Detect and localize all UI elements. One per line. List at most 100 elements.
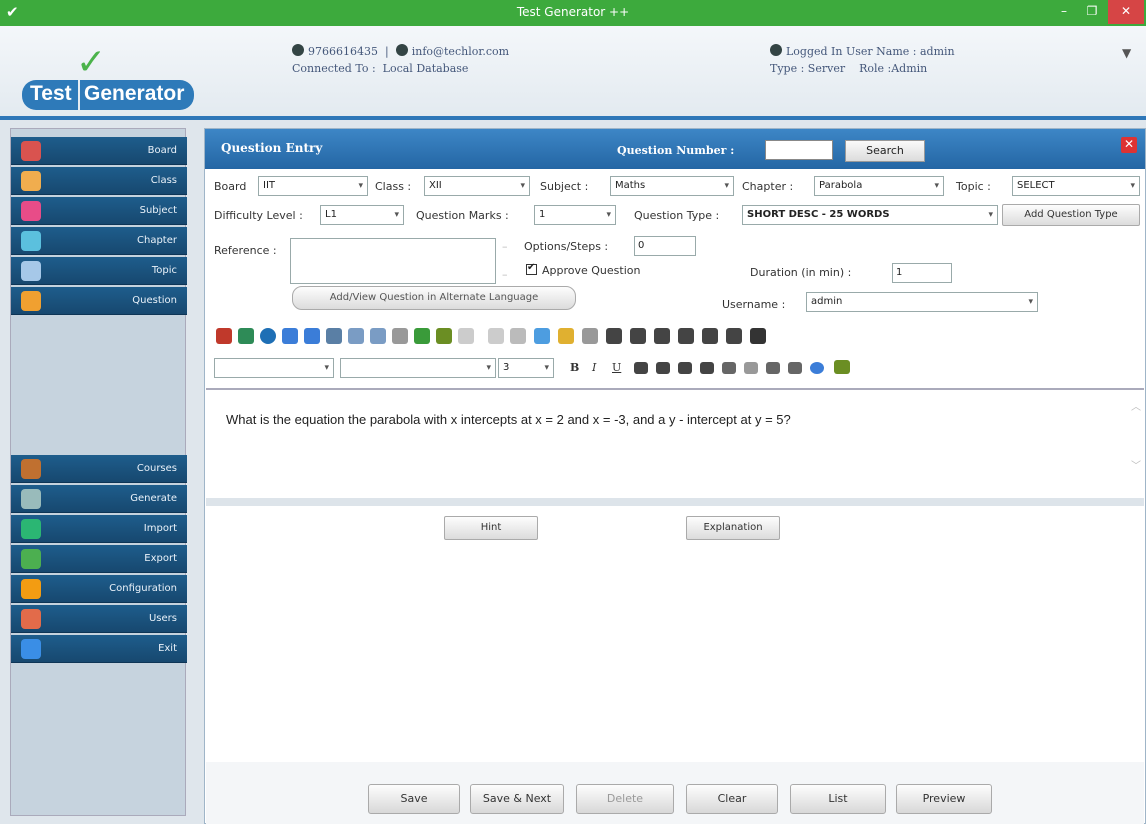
reference-textarea[interactable] bbox=[290, 238, 496, 284]
hint-button[interactable]: Hint bbox=[444, 516, 538, 540]
chevron-down-icon: ▾ bbox=[486, 363, 491, 373]
cut-icon[interactable] bbox=[326, 328, 342, 344]
bold-button[interactable]: B bbox=[570, 361, 579, 374]
chapter-select[interactable]: Parabola ▾ bbox=[814, 176, 944, 196]
font-family-select[interactable]: ▾ bbox=[340, 358, 496, 378]
sidebar-item-courses[interactable]: Courses bbox=[11, 455, 187, 483]
question-editor[interactable]: What is the equation the parabola with x… bbox=[206, 388, 1144, 496]
sidebar-item-export[interactable]: Export bbox=[11, 545, 187, 573]
subject-select[interactable]: Maths ▾ bbox=[610, 176, 734, 196]
sidebar-item-exit[interactable]: Exit bbox=[11, 635, 187, 663]
difficulty-select[interactable]: L1 ▾ bbox=[320, 205, 404, 225]
sidebar-item-question[interactable]: Question bbox=[11, 287, 187, 315]
options-input[interactable]: 0 bbox=[634, 236, 696, 256]
topic-select[interactable]: SELECT ▾ bbox=[1012, 176, 1140, 196]
sidebar-item-users[interactable]: Users bbox=[11, 605, 187, 633]
reference-scroll-up-icon[interactable]: – bbox=[502, 240, 508, 253]
add-question-type-button[interactable]: Add Question Type bbox=[1002, 204, 1140, 226]
align-left-icon[interactable] bbox=[634, 362, 648, 374]
search-button[interactable]: Search bbox=[845, 140, 925, 162]
alternate-language-button[interactable]: Add/View Question in Alternate Language bbox=[292, 286, 576, 310]
marks-select[interactable]: 1 ▾ bbox=[534, 205, 616, 225]
sidebar-item-board[interactable]: Board bbox=[11, 137, 187, 165]
question-number-input[interactable] bbox=[765, 140, 833, 160]
board-select[interactable]: IIT ▾ bbox=[258, 176, 368, 196]
copy-icon[interactable] bbox=[348, 328, 364, 344]
clear-button[interactable]: Clear bbox=[686, 784, 778, 814]
sidebar-item-chapter[interactable]: Chapter bbox=[11, 227, 187, 255]
approve-checkbox[interactable] bbox=[526, 262, 537, 275]
sidebar-item-topic[interactable]: Topic bbox=[11, 257, 187, 285]
marks-value: 1 bbox=[539, 209, 546, 220]
chevron-down-icon: ▾ bbox=[724, 181, 729, 191]
maximize-button[interactable]: ❐ bbox=[1078, 0, 1106, 24]
topic-label: Topic : bbox=[956, 180, 991, 193]
delete-column-icon[interactable] bbox=[678, 328, 694, 344]
duration-label: Duration (in min) : bbox=[750, 266, 852, 279]
insert-image-icon[interactable] bbox=[216, 328, 232, 344]
delete-button[interactable]: Delete bbox=[576, 784, 674, 814]
sidebar-item-generate[interactable]: Generate bbox=[11, 485, 187, 513]
question-number-label: Question Number : bbox=[617, 144, 735, 157]
ordered-list-icon[interactable] bbox=[722, 362, 736, 374]
delete-row-icon[interactable] bbox=[654, 328, 670, 344]
minimize-button[interactable]: – bbox=[1050, 0, 1078, 24]
text-color-icon[interactable] bbox=[810, 362, 824, 374]
export-icon bbox=[21, 549, 41, 569]
align-right-icon[interactable] bbox=[678, 362, 692, 374]
sidebar-item-import[interactable]: Import bbox=[11, 515, 187, 543]
insert-table-icon[interactable] bbox=[238, 328, 254, 344]
align-center-icon[interactable] bbox=[656, 362, 670, 374]
special-char-icon[interactable] bbox=[436, 328, 452, 344]
find-icon[interactable] bbox=[392, 328, 408, 344]
sidebar-item-subject[interactable]: Subject bbox=[11, 197, 187, 225]
insert-row-icon[interactable] bbox=[606, 328, 622, 344]
underline-button[interactable]: U bbox=[612, 361, 621, 374]
class-select[interactable]: XII ▾ bbox=[424, 176, 530, 196]
paste-icon[interactable] bbox=[370, 328, 386, 344]
table-properties-icon[interactable] bbox=[750, 328, 766, 344]
header-dropdown-icon[interactable]: ▼ bbox=[1122, 46, 1131, 60]
close-button[interactable]: ✕ bbox=[1108, 0, 1144, 24]
horizontal-rule-icon[interactable] bbox=[510, 328, 526, 344]
split-cells-icon[interactable] bbox=[726, 328, 742, 344]
subscript-icon[interactable] bbox=[458, 328, 474, 344]
undo-icon[interactable] bbox=[282, 328, 298, 344]
save-next-button[interactable]: Save & Next bbox=[470, 784, 564, 814]
question-type-select[interactable]: SHORT DESC - 25 WORDS ▾ bbox=[742, 205, 998, 225]
align-justify-icon[interactable] bbox=[700, 362, 714, 374]
sidebar-item-configuration[interactable]: Configuration bbox=[11, 575, 187, 603]
explanation-button[interactable]: Explanation bbox=[686, 516, 780, 540]
reference-scroll-down-icon[interactable]: – bbox=[502, 268, 508, 281]
question-text: What is the equation the parabola with x… bbox=[226, 412, 791, 427]
insert-column-icon[interactable] bbox=[630, 328, 646, 344]
superscript-icon[interactable] bbox=[488, 328, 504, 344]
list-button[interactable]: List bbox=[790, 784, 886, 814]
insert-link-icon[interactable] bbox=[260, 328, 276, 344]
merge-cells-icon[interactable] bbox=[702, 328, 718, 344]
italic-button[interactable]: I bbox=[592, 361, 596, 374]
font-style-select[interactable]: ▾ bbox=[214, 358, 334, 378]
math-icon[interactable] bbox=[534, 328, 550, 344]
font-size-select[interactable]: 3 ▾ bbox=[498, 358, 554, 378]
unordered-list-icon[interactable] bbox=[744, 362, 758, 374]
editor-scrollbar[interactable]: ︿ ﹀ bbox=[1130, 398, 1142, 490]
save-button[interactable]: Save bbox=[368, 784, 460, 814]
redo-icon[interactable] bbox=[304, 328, 320, 344]
template-icon[interactable] bbox=[582, 328, 598, 344]
preview-button[interactable]: Preview bbox=[896, 784, 992, 814]
panel-close-icon[interactable]: ✕ bbox=[1121, 137, 1137, 153]
outdent-icon[interactable] bbox=[766, 362, 780, 374]
editor-divider bbox=[206, 498, 1144, 506]
question-type-value: SHORT DESC - 25 WORDS bbox=[747, 209, 890, 220]
chevron-down-icon: ▾ bbox=[358, 181, 363, 191]
spell-check-icon[interactable] bbox=[414, 328, 430, 344]
highlight-icon[interactable] bbox=[834, 360, 850, 374]
duration-input[interactable]: 1 bbox=[892, 263, 952, 283]
sidebar-item-class[interactable]: Class bbox=[11, 167, 187, 195]
username-select[interactable]: admin ▾ bbox=[806, 292, 1038, 312]
topic-icon bbox=[21, 261, 41, 281]
indent-icon[interactable] bbox=[788, 362, 802, 374]
sidebar-item-label: Question bbox=[132, 295, 177, 306]
symbol-icon[interactable] bbox=[558, 328, 574, 344]
